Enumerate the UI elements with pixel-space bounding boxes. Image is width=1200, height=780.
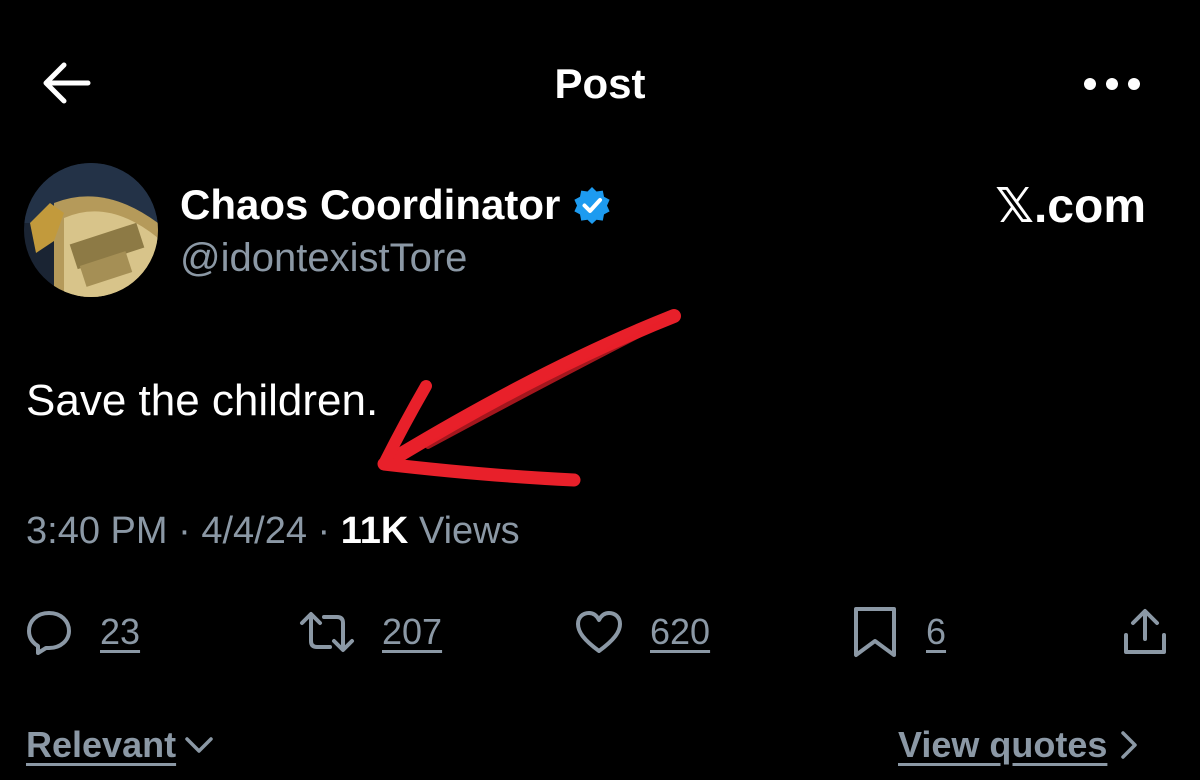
sort-label[interactable]: Relevant xyxy=(26,724,176,766)
post-date: 4/4/24 xyxy=(201,510,307,552)
bookmark-count[interactable]: 6 xyxy=(926,611,946,653)
chevron-right-icon xyxy=(1121,731,1138,759)
views-count: 11K xyxy=(340,510,409,552)
author-name-row[interactable]: Chaos Coordinator xyxy=(180,178,612,232)
meta-separator: · xyxy=(178,510,191,552)
view-quotes-link[interactable]: View quotes xyxy=(898,724,1139,766)
post-text: Save the children. xyxy=(26,376,379,425)
repost-count[interactable]: 207 xyxy=(382,611,442,653)
views-label: Views xyxy=(418,510,520,552)
post-meta: 3:40 PM · 4/4/24 · 11K Views xyxy=(26,510,520,553)
repost-icon xyxy=(300,612,354,652)
more-horizontal-icon xyxy=(1084,78,1140,90)
arrow-left-icon xyxy=(43,62,91,104)
bookmark-icon xyxy=(854,607,896,657)
verified-badge-icon xyxy=(574,187,610,224)
page-title: Post xyxy=(554,60,646,107)
red-arrow-annotation xyxy=(377,309,681,487)
author-handle[interactable]: @idontexistTore xyxy=(180,236,467,281)
meta-separator: · xyxy=(317,510,331,552)
chevron-down-icon xyxy=(185,737,213,753)
post-time: 3:40 PM xyxy=(26,510,168,552)
back-button[interactable] xyxy=(36,58,100,110)
bookmark-button[interactable]: 6 xyxy=(850,600,946,664)
avatar[interactable] xyxy=(24,163,158,297)
repost-button[interactable]: 207 xyxy=(298,600,442,664)
more-options-button[interactable] xyxy=(1076,64,1148,104)
view-quotes-label[interactable]: View quotes xyxy=(898,724,1107,766)
like-count[interactable]: 620 xyxy=(650,611,710,653)
share-button[interactable] xyxy=(1120,600,1170,664)
like-button[interactable]: 620 xyxy=(574,600,710,664)
reply-button[interactable]: 23 xyxy=(24,600,140,664)
avatar-image xyxy=(24,163,158,297)
display-name[interactable]: Chaos Coordinator xyxy=(180,181,560,229)
share-icon xyxy=(1124,609,1166,654)
heart-icon xyxy=(576,611,622,653)
watermark: 𝕏.com xyxy=(995,180,1146,233)
reply-icon xyxy=(27,611,71,655)
post-actions: 23 207 620 6 xyxy=(0,600,1200,664)
reply-count[interactable]: 23 xyxy=(100,611,140,653)
sort-replies-dropdown[interactable]: Relevant xyxy=(26,724,214,766)
